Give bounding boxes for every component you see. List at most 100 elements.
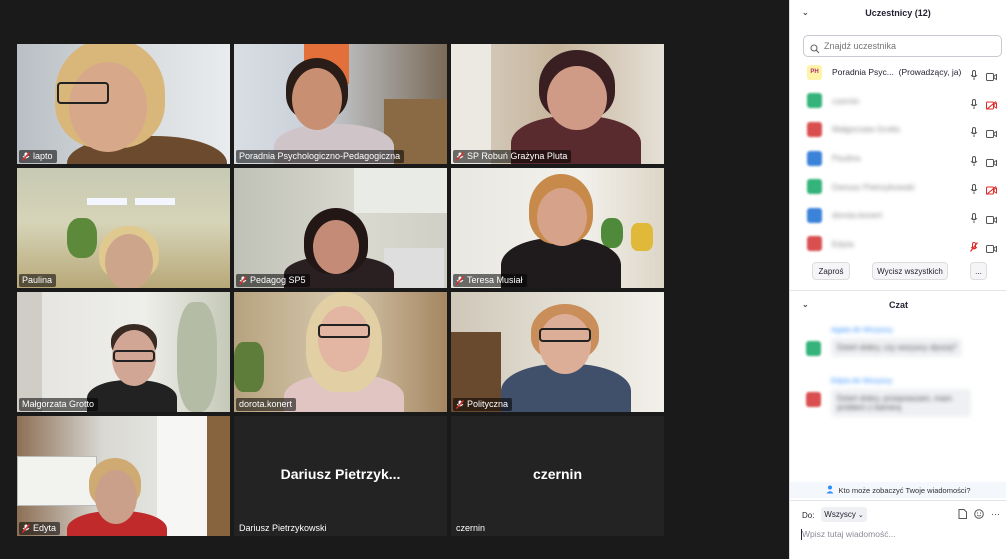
camera-icon[interactable] xyxy=(986,211,997,229)
participant-row-host[interactable]: PH Poradnia Psyc... (Prowadzący, ja) xyxy=(790,58,1006,87)
video-gallery: lapto Poradnia Psychologiczno-Pedagogicz… xyxy=(0,0,789,559)
microphone-muted-icon xyxy=(239,276,247,285)
camera-icon[interactable] xyxy=(986,154,997,172)
video-tile[interactable]: Teresa Musiał xyxy=(451,168,664,288)
mute-all-button[interactable]: Wycisz wszystkich xyxy=(872,262,948,280)
microphone-muted-icon xyxy=(456,400,464,409)
chat-message-meta: Edyta do Wszyscy xyxy=(831,376,893,385)
participants-header[interactable]: ⌄ Uczestnicy (12) xyxy=(790,0,1006,26)
avatar xyxy=(806,341,821,356)
video-feed xyxy=(234,44,447,164)
participant-row[interactable]: Paulina xyxy=(790,144,1006,173)
chat-message: Edyta do Wszyscy Dzień dobry, przeprasza… xyxy=(803,376,1003,417)
participant-row[interactable]: Edyta xyxy=(790,230,1006,259)
file-icon[interactable] xyxy=(958,509,967,521)
chevron-down-icon[interactable]: ⌄ xyxy=(802,8,809,17)
participant-name: Teresa Musiał xyxy=(467,275,523,285)
camera-off-icon[interactable] xyxy=(986,182,997,200)
avatar xyxy=(807,150,822,166)
microphone-icon[interactable] xyxy=(970,124,978,142)
chat-visibility-link[interactable]: Kto może zobaczyć Twoje wiadomości? xyxy=(790,482,1006,498)
chat-visibility-text: Kto może zobaczyć Twoje wiadomości? xyxy=(838,485,971,495)
participant-name: Małgorzata Grotto xyxy=(22,399,95,409)
chat-message-meta: Agata do Wszyscy xyxy=(831,325,893,334)
video-feed xyxy=(234,292,447,412)
participant-name-label: Dariusz Pietrzykowski xyxy=(236,522,331,535)
participant-name: dorota.konert xyxy=(832,210,883,221)
participant-name-label: czernin xyxy=(453,522,489,535)
chevron-down-icon: ⌄ xyxy=(857,511,864,519)
recipient-select[interactable]: Wszyscy ⌄ xyxy=(821,507,867,522)
video-feed xyxy=(17,416,230,536)
participant-name: Dariusz Pietrzykowski xyxy=(832,181,915,192)
more-icon[interactable]: ⋯ xyxy=(991,509,1000,521)
camera-icon[interactable] xyxy=(986,240,997,258)
video-feed xyxy=(451,292,664,412)
participant-name: Edyta xyxy=(832,238,854,249)
video-tile[interactable]: Polityczna xyxy=(451,292,664,412)
participant-name: Poradnia Psyc... (Prowadzący, ja) xyxy=(832,67,961,77)
video-tile[interactable]: Małgorzata Grotto xyxy=(17,292,230,412)
chevron-down-icon[interactable]: ⌄ xyxy=(802,300,809,309)
video-tile[interactable]: Poradnia Psychologiczno-Pedagogiczna xyxy=(234,44,447,164)
video-tile-camera-off[interactable]: czernin czernin xyxy=(451,416,664,536)
participant-name: SP Robuń Grażyna Pluta xyxy=(467,151,568,161)
chat-title: Czat xyxy=(888,300,908,310)
avatar xyxy=(806,392,821,407)
video-feed xyxy=(17,168,230,288)
more-options-button[interactable]: ... xyxy=(970,262,987,280)
video-tile[interactable]: SP Robuń Grażyna Pluta xyxy=(451,44,664,164)
invite-button[interactable]: Zaproś xyxy=(812,262,850,280)
avatar xyxy=(807,236,822,252)
participant-row[interactable]: dorota.konert xyxy=(790,201,1006,230)
video-tile[interactable]: dorota.konert xyxy=(234,292,447,412)
participant-name: Paulina xyxy=(22,275,53,285)
video-feed xyxy=(451,44,664,164)
participant-display-name: Dariusz Pietrzyk... xyxy=(280,466,401,482)
participant-name: Dariusz Pietrzykowski xyxy=(239,523,327,533)
microphone-muted-icon[interactable] xyxy=(970,239,978,257)
recipient-value: Wszyscy xyxy=(824,510,856,519)
chat-header[interactable]: ⌄ Czat xyxy=(790,292,1006,318)
avatar: PH xyxy=(807,64,822,80)
participant-search[interactable] xyxy=(803,35,1002,57)
person-icon xyxy=(826,485,835,496)
microphone-icon[interactable] xyxy=(970,210,978,228)
participant-row[interactable]: Małgorzata Grotto xyxy=(790,115,1006,144)
video-tile-camera-off[interactable]: Dariusz Pietrzyk... Dariusz Pietrzykowsk… xyxy=(234,416,447,536)
participant-name-label: SP Robuń Grażyna Pluta xyxy=(453,150,572,163)
camera-icon[interactable] xyxy=(986,125,997,143)
chat-input[interactable]: Wpisz tutaj wiadomość... xyxy=(802,529,896,539)
search-icon xyxy=(810,41,820,54)
participant-name: Edyta xyxy=(33,523,57,533)
participant-name: Pedagog SP5 xyxy=(250,275,306,285)
search-input[interactable] xyxy=(824,41,994,51)
emoji-icon[interactable] xyxy=(974,509,984,521)
camera-icon[interactable] xyxy=(986,68,997,86)
microphone-icon[interactable] xyxy=(970,153,978,171)
participant-name: Paulina xyxy=(832,153,861,164)
chat-message-text: Dzień dobry, przepraszam, mam problem z … xyxy=(831,389,971,417)
participant-row[interactable]: czernin xyxy=(790,87,1006,116)
participant-name-text: Poradnia Psyc... xyxy=(832,67,894,78)
camera-off-icon[interactable] xyxy=(986,97,997,115)
microphone-muted-icon xyxy=(456,152,464,161)
microphone-icon[interactable] xyxy=(970,181,978,199)
participant-row[interactable]: Dariusz Pietrzykowski xyxy=(790,172,1006,201)
participant-name-label: Paulina xyxy=(19,274,57,287)
participant-actions: Zaproś Wycisz wszystkich ... xyxy=(790,262,1006,282)
video-tile[interactable]: Edyta xyxy=(17,416,230,536)
to-label: Do: xyxy=(802,511,815,520)
participant-name: czernin xyxy=(832,95,860,106)
video-tile[interactable]: lapto xyxy=(17,44,230,164)
video-tile-active-speaker[interactable]: Paulina xyxy=(17,168,230,288)
participant-name-label: lapto xyxy=(19,150,57,163)
participant-name-label: Małgorzata Grotto xyxy=(19,398,99,411)
video-tile[interactable]: Pedagog SP5 xyxy=(234,168,447,288)
participant-name-label: Polityczna xyxy=(453,398,513,411)
chat-message-text: Dzień dobry, czy wszyscy słyszą? xyxy=(831,338,963,357)
microphone-icon[interactable] xyxy=(970,67,978,85)
chat-message: Agata do Wszyscy Dzień dobry, czy wszysc… xyxy=(803,325,1003,357)
participants-title: Uczestnicy (12) xyxy=(865,8,931,18)
microphone-icon[interactable] xyxy=(970,96,978,114)
